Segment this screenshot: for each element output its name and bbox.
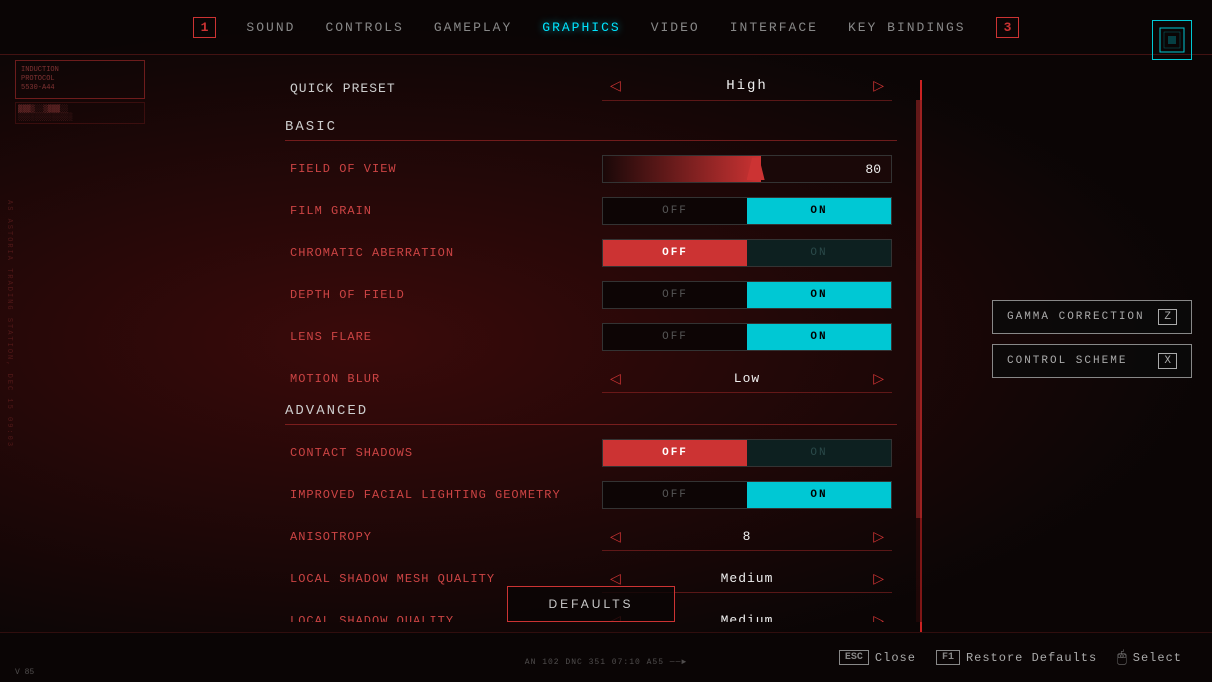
- close-action[interactable]: ESC Close: [839, 650, 916, 665]
- anisotropy-control[interactable]: ◁ 8 ▷: [602, 523, 892, 551]
- mouse-icon: 🖱: [1117, 649, 1127, 667]
- facial-toggle[interactable]: OFF ON: [602, 481, 892, 509]
- setting-facial-row: Improved Facial Lighting Geometry OFF ON: [285, 477, 897, 513]
- setting-contacts-label: Contact Shadows: [290, 446, 602, 460]
- motionblur-control[interactable]: ◁ Low ▷: [602, 365, 892, 393]
- motionblur-value: Low: [629, 371, 865, 386]
- nav-video[interactable]: VIDEO: [651, 20, 700, 35]
- fov-slider[interactable]: 80: [602, 155, 892, 183]
- left-vertical-text: AS ASTORIA TRADING STATION, DEC 15 09:03: [5, 200, 13, 448]
- preset-arrow-left[interactable]: ◁: [602, 75, 629, 96]
- setting-chromatic-row: Chromatic Aberration OFF ON: [285, 235, 897, 271]
- gamma-correction-btn[interactable]: GAMMA CORRECTION Z: [992, 300, 1192, 334]
- dof-toggle[interactable]: OFF ON: [602, 281, 892, 309]
- defaults-btn-container: DEFAULTS: [280, 586, 902, 622]
- bottom-left-info: V 85: [15, 668, 34, 677]
- setting-filmgrain-label: Film Grain: [290, 204, 602, 218]
- setting-lensflare-row: Lens Flare OFF ON: [285, 319, 897, 355]
- section-basic: Basic: [285, 119, 897, 141]
- setting-motionblur-label: Motion Blur: [290, 372, 602, 386]
- chromatic-off[interactable]: OFF: [603, 240, 747, 266]
- setting-contacts-row: Contact Shadows OFF ON: [285, 435, 897, 471]
- dof-on[interactable]: ON: [747, 282, 891, 308]
- nav-keybindings[interactable]: KEY BINDINGS: [848, 20, 966, 35]
- select-action[interactable]: 🖱 Select: [1117, 649, 1182, 667]
- setting-anisotropy-label: Anisotropy: [290, 530, 602, 544]
- left-decoration: INDUCTION PROTOCOL 5530-A44 ▓▓▓▒░░▒▓▓▓░░…: [15, 60, 145, 124]
- corner-decoration: [1152, 20, 1192, 60]
- setting-motionblur-row: Motion Blur ◁ Low ▷: [285, 361, 897, 397]
- fov-slider-fill: [603, 156, 761, 182]
- setting-fov-row: Field of View 80: [285, 151, 897, 187]
- setting-filmgrain-row: Film Grain OFF ON: [285, 193, 897, 229]
- filmgrain-off[interactable]: OFF: [603, 198, 747, 224]
- bottom-bar: ESC Close F1 Restore Defaults 🖱 Select: [0, 632, 1212, 682]
- restore-defaults-action[interactable]: F1 Restore Defaults: [936, 650, 1097, 665]
- setting-lensflare-label: Lens Flare: [290, 330, 602, 344]
- nav-graphics[interactable]: GRAPHICS: [542, 20, 620, 35]
- top-navigation: 1 SOUND CONTROLS GAMEPLAY GRAPHICS VIDEO…: [0, 0, 1212, 55]
- contacts-toggle[interactable]: OFF ON: [602, 439, 892, 467]
- defaults-button[interactable]: DEFAULTS: [507, 586, 674, 622]
- gamma-correction-label: GAMMA CORRECTION: [1007, 311, 1145, 323]
- nav-box-right: 3: [996, 17, 1020, 38]
- left-deco-line3: 5530-A44: [21, 84, 139, 93]
- setting-facial-label: Improved Facial Lighting Geometry: [290, 488, 602, 502]
- left-deco-extra: ▓▓▓▒░░▒▓▓▓░░ ░░░░░░░░░░░░░: [15, 102, 145, 124]
- left-deco-line2: PROTOCOL: [21, 75, 139, 84]
- anisotropy-arrow-left[interactable]: ◁: [602, 526, 629, 547]
- right-panel: GAMMA CORRECTION Z CONTROL SCHEME X: [992, 60, 1192, 378]
- f1-key: F1: [936, 650, 960, 665]
- restore-defaults-label: Restore Defaults: [966, 651, 1097, 665]
- nav-sound[interactable]: SOUND: [246, 20, 295, 35]
- corner-icon: [1158, 26, 1186, 54]
- lensflare-on[interactable]: ON: [747, 324, 891, 350]
- nav-gameplay[interactable]: GAMEPLAY: [434, 20, 512, 35]
- scroll-thumb: [916, 100, 922, 518]
- bottom-center-text: AN 102 DNC 351 07:10 A55 ──►: [525, 658, 687, 667]
- scroll-indicator: [916, 100, 922, 622]
- gamma-correction-key: Z: [1158, 309, 1177, 325]
- preset-value: High: [629, 78, 865, 94]
- control-scheme-btn[interactable]: CONTROL SCHEME X: [992, 344, 1192, 378]
- contacts-off[interactable]: OFF: [603, 440, 747, 466]
- quick-preset-row: Quick Preset ◁ High ▷: [285, 75, 897, 101]
- facial-off[interactable]: OFF: [603, 482, 747, 508]
- control-scheme-key: X: [1158, 353, 1177, 369]
- select-label: Select: [1133, 651, 1182, 665]
- esc-key: ESC: [839, 650, 869, 665]
- shadowmesh-value: Medium: [629, 571, 865, 586]
- nav-controls[interactable]: CONTROLS: [325, 20, 403, 35]
- lensflare-off[interactable]: OFF: [603, 324, 747, 350]
- setting-fov-label: Field of View: [290, 162, 602, 176]
- setting-dof-row: Depth of Field OFF ON: [285, 277, 897, 313]
- lensflare-toggle[interactable]: OFF ON: [602, 323, 892, 351]
- setting-dof-label: Depth of Field: [290, 288, 602, 302]
- nav-box-left: 1: [193, 17, 217, 38]
- anisotropy-arrow-right[interactable]: ▷: [865, 526, 892, 547]
- control-scheme-label: CONTROL SCHEME: [1007, 355, 1127, 367]
- close-label: Close: [875, 651, 916, 665]
- motionblur-arrow-right[interactable]: ▷: [865, 368, 892, 389]
- filmgrain-on[interactable]: ON: [747, 198, 891, 224]
- section-advanced: Advanced: [285, 403, 897, 425]
- setting-chromatic-label: Chromatic Aberration: [290, 246, 602, 260]
- nav-interface[interactable]: INTERFACE: [730, 20, 818, 35]
- fov-slider-value: 80: [865, 162, 881, 177]
- chromatic-on[interactable]: ON: [747, 240, 891, 266]
- preset-arrow-right[interactable]: ▷: [865, 75, 892, 96]
- dof-off[interactable]: OFF: [603, 282, 747, 308]
- quick-preset-control: ◁ High ▷: [602, 75, 892, 101]
- filmgrain-toggle[interactable]: OFF ON: [602, 197, 892, 225]
- facial-on[interactable]: ON: [747, 482, 891, 508]
- main-content: Quick Preset ◁ High ▷ Basic Field of Vie…: [280, 65, 902, 622]
- anisotropy-value: 8: [629, 529, 865, 544]
- contacts-on[interactable]: ON: [747, 440, 891, 466]
- motionblur-arrow-left[interactable]: ◁: [602, 368, 629, 389]
- setting-shadowmesh-label: Local Shadow Mesh Quality: [290, 572, 602, 586]
- setting-anisotropy-row: Anisotropy ◁ 8 ▷: [285, 519, 897, 555]
- quick-preset-label: Quick Preset: [290, 81, 396, 96]
- left-deco-line1: INDUCTION: [21, 66, 139, 75]
- chromatic-toggle[interactable]: OFF ON: [602, 239, 892, 267]
